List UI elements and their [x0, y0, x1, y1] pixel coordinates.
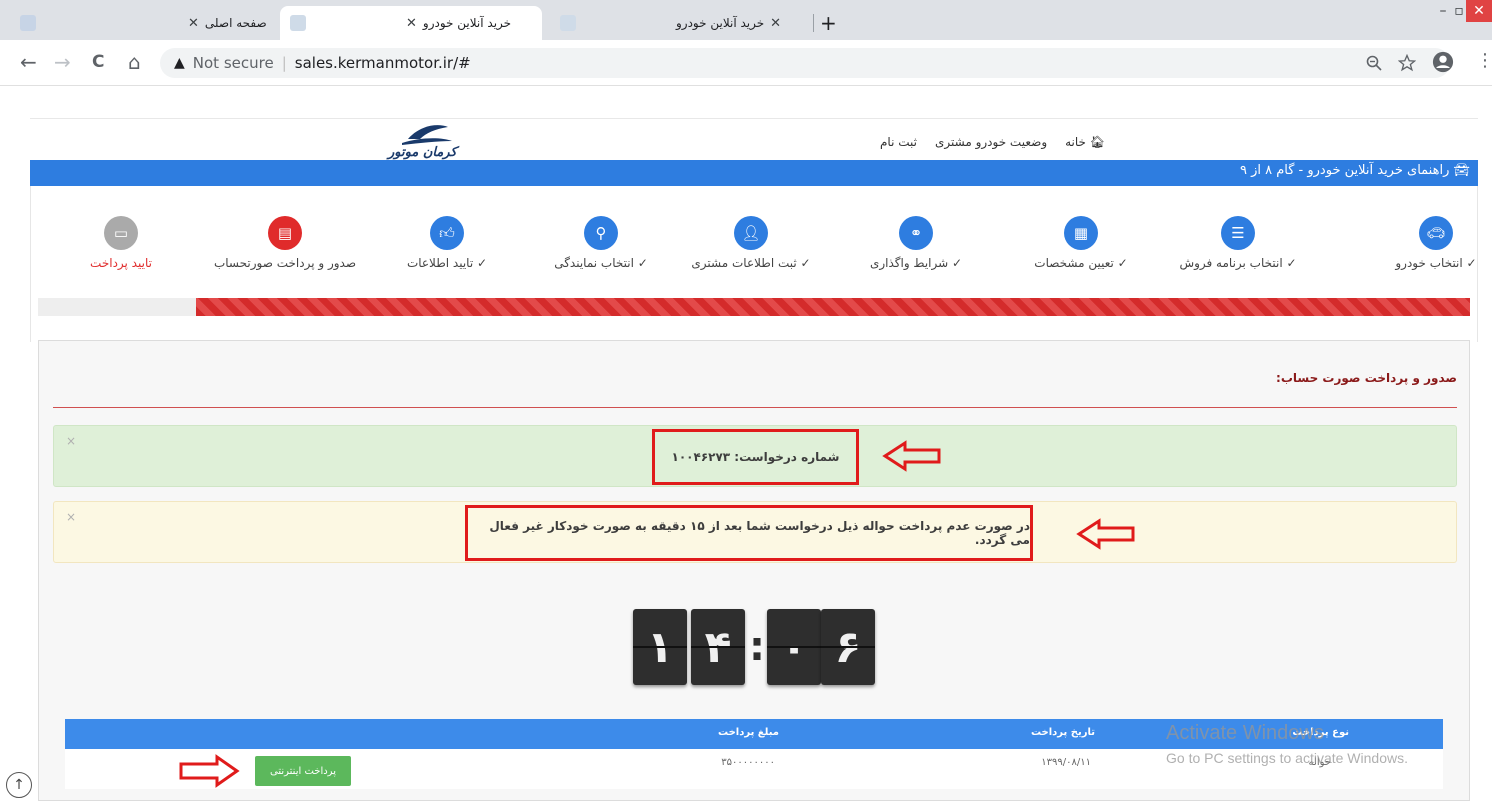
request-number-highlight: شماره درخواست: ۱۰۰۴۶۲۷۳ [652, 429, 859, 485]
guide-strip[interactable]: 🚘︎ راهنمای خرید آنلاین خودرو - گام ۸ از … [30, 160, 1478, 186]
tab-online-purchase-active[interactable]: ✕ خرید آنلاین خودرو [280, 6, 542, 40]
tab-online-purchase[interactable]: خرید آنلاین خودرو ✕ [550, 6, 814, 40]
list-icon: ☰ [1221, 216, 1255, 250]
browser-tab-strip: ✕ صفحه اصلی ✕ خرید آنلاین خودرو خرید آنل… [0, 0, 1492, 40]
reload-icon[interactable]: C [92, 52, 104, 72]
user-plus-icon: 👤︎ [734, 216, 768, 250]
logo-text: کرمان موتور [388, 145, 457, 160]
site-favicon-icon [20, 15, 36, 31]
warning-highlight: در صورت عدم پرداخت حواله ذیل درخواست شما… [465, 505, 1033, 561]
step-label: ✓ شرایط واگذاری [869, 256, 963, 270]
annotation-arrow-icon [1076, 518, 1135, 550]
tab-separator [813, 14, 814, 32]
step-label: صدور و پرداخت صورتحساب [213, 256, 357, 270]
timer-separator: : [749, 624, 765, 670]
tab-home[interactable]: ✕ صفحه اصلی [10, 6, 270, 40]
page-favicon-icon [290, 15, 306, 31]
site-topnav: 🏠︎ خانه وضعیت خودرو مشتری ثبت نام [880, 135, 1105, 149]
tab-title: خرید آنلاین خودرو [676, 16, 765, 30]
timer-digit: ۴ [691, 609, 745, 685]
url-text: sales.kermanmotor.ir/# [294, 54, 471, 72]
step-label: تایید پرداخت [90, 256, 152, 270]
back-arrow-icon[interactable]: ← [20, 50, 37, 74]
dismiss-icon[interactable]: × [66, 510, 76, 524]
warning-triangle-icon: ▲ [174, 55, 185, 71]
step-label: ✓ انتخاب نمایندگی [554, 256, 648, 270]
omnibox-divider: | [281, 54, 287, 72]
guide-strip-text: راهنمای خرید آنلاین خودرو - گام ۸ از ۹ [1239, 163, 1450, 178]
arrow-up-icon: ↑ [13, 777, 25, 793]
nav-vehicle-status[interactable]: وضعیت خودرو مشتری [935, 135, 1047, 149]
cell-payment-amount: ۳۵۰۰۰۰۰۰۰۰ [721, 757, 775, 768]
minimize-button[interactable]: – [1434, 0, 1452, 22]
scroll-to-top-button[interactable]: ↑ [6, 772, 32, 798]
step-sales-plan[interactable]: ☰ ✓ انتخاب برنامه فروش [1158, 216, 1318, 270]
step-payment-confirmation[interactable]: ▭ تایید پرداخت [61, 216, 181, 270]
step-confirm-info[interactable]: 👍︎ ✓ تایید اطلاعات [367, 216, 527, 270]
calculator-icon: ▦ [1064, 216, 1098, 250]
request-number-text: شماره درخواست: ۱۰۰۴۶۲۷۳ [671, 450, 840, 464]
browser-menu-icon[interactable]: ⋮ [1476, 50, 1492, 71]
header-payment-date: تاریخ پرداخت [1030, 727, 1095, 738]
url-field[interactable]: ▲ Not secure | sales.kermanmotor.ir/# [160, 48, 1450, 78]
step-dealer[interactable]: ⚲ ✓ انتخاب نمایندگی [521, 216, 681, 270]
home-icon: 🏠︎ [1089, 135, 1106, 149]
close-window-button[interactable]: ✕ [1466, 0, 1492, 22]
step-label: ✓ تایید اطلاعات [406, 256, 488, 270]
tab-close-icon[interactable]: ✕ [770, 16, 781, 31]
tab-title: خرید آنلاین خودرو [422, 16, 512, 30]
zoom-icon[interactable] [1366, 55, 1382, 71]
countdown-timer: ۱ ۴ : ۰ ۶ [633, 609, 883, 687]
panel-divider [53, 407, 1457, 408]
wizard-progress-bar [38, 298, 1470, 316]
star-icon[interactable] [1398, 54, 1416, 72]
internet-payment-button[interactable]: پرداخت اینترنتی [255, 756, 351, 786]
tab-title: صفحه اصلی [204, 16, 267, 30]
header-payment-amount: مبلغ پرداخت [718, 727, 779, 738]
timer-digit: ۱ [633, 609, 687, 685]
annotation-arrow-icon [179, 754, 240, 788]
step-label: ✓ انتخاب خودرو [1395, 256, 1477, 270]
timer-digit: ۰ [767, 609, 821, 685]
step-customer-info[interactable]: 👤︎ ✓ ثبت اطلاعات مشتری [671, 216, 831, 270]
nav-home-label: خانه [1065, 135, 1086, 149]
maximize-button[interactable]: ▫ [1452, 0, 1466, 22]
step-label: ✓ ثبت اطلاعات مشتری [691, 256, 811, 270]
thumbs-up-icon: 👍︎ [430, 216, 464, 250]
step-invoice-payment[interactable]: ▤ صدور و پرداخت صورتحساب [205, 216, 365, 270]
forward-arrow-icon[interactable]: → [54, 50, 71, 74]
warning-text: در صورت عدم پرداخت حواله ذیل درخواست شما… [489, 519, 1030, 547]
tab-close-icon[interactable]: ✕ [188, 16, 199, 31]
wizard-progress-fill [195, 298, 1470, 316]
credit-card-icon: ▭ [104, 216, 138, 250]
address-bar-row: ← → C ⌂ ▲ Not secure | sales.kermanmotor… [0, 40, 1492, 86]
car-icon: 🚗︎ [1419, 216, 1453, 250]
activation-watermark-title: Activate Windows [1166, 722, 1324, 744]
car-icon: 🚘︎ [1449, 163, 1470, 178]
step-label: ✓ انتخاب برنامه فروش [1179, 256, 1297, 270]
timer-digit: ۶ [821, 609, 875, 685]
step-select-car[interactable]: 🚗︎ ✓ انتخاب خودرو [1393, 216, 1479, 270]
cell-payment-date: ۱۳۹۹/۰۸/۱۱ [1041, 757, 1091, 768]
panel-title: صدور و پرداخت صورت حساب: [1276, 371, 1457, 385]
nav-register[interactable]: ثبت نام [880, 135, 917, 149]
page-favicon-icon [560, 15, 576, 31]
step-label: ✓ تعیین مشخصات [1034, 256, 1128, 270]
location-icon: ⚲ [584, 216, 618, 250]
wizard-steps: 🚗︎ ✓ انتخاب خودرو ☰ ✓ انتخاب برنامه فروش… [30, 186, 1478, 342]
tab-close-icon[interactable]: ✕ [406, 16, 417, 31]
dismiss-icon[interactable]: × [66, 434, 76, 448]
step-specifications[interactable]: ▦ ✓ تعیین مشخصات [1001, 216, 1161, 270]
new-tab-button[interactable]: + [820, 6, 844, 40]
home-icon[interactable]: ⌂ [128, 50, 141, 74]
annotation-arrow-icon [882, 440, 941, 472]
invoice-icon: ▤ [268, 216, 302, 250]
account-icon[interactable] [1432, 51, 1454, 73]
security-label: Not secure [192, 54, 274, 72]
handshake-icon: ⚭ [899, 216, 933, 250]
nav-home[interactable]: 🏠︎ خانه [1065, 135, 1105, 149]
step-terms[interactable]: ⚭ ✓ شرایط واگذاری [836, 216, 996, 270]
activation-watermark-text: Go to PC settings to activate Windows. [1166, 750, 1408, 766]
